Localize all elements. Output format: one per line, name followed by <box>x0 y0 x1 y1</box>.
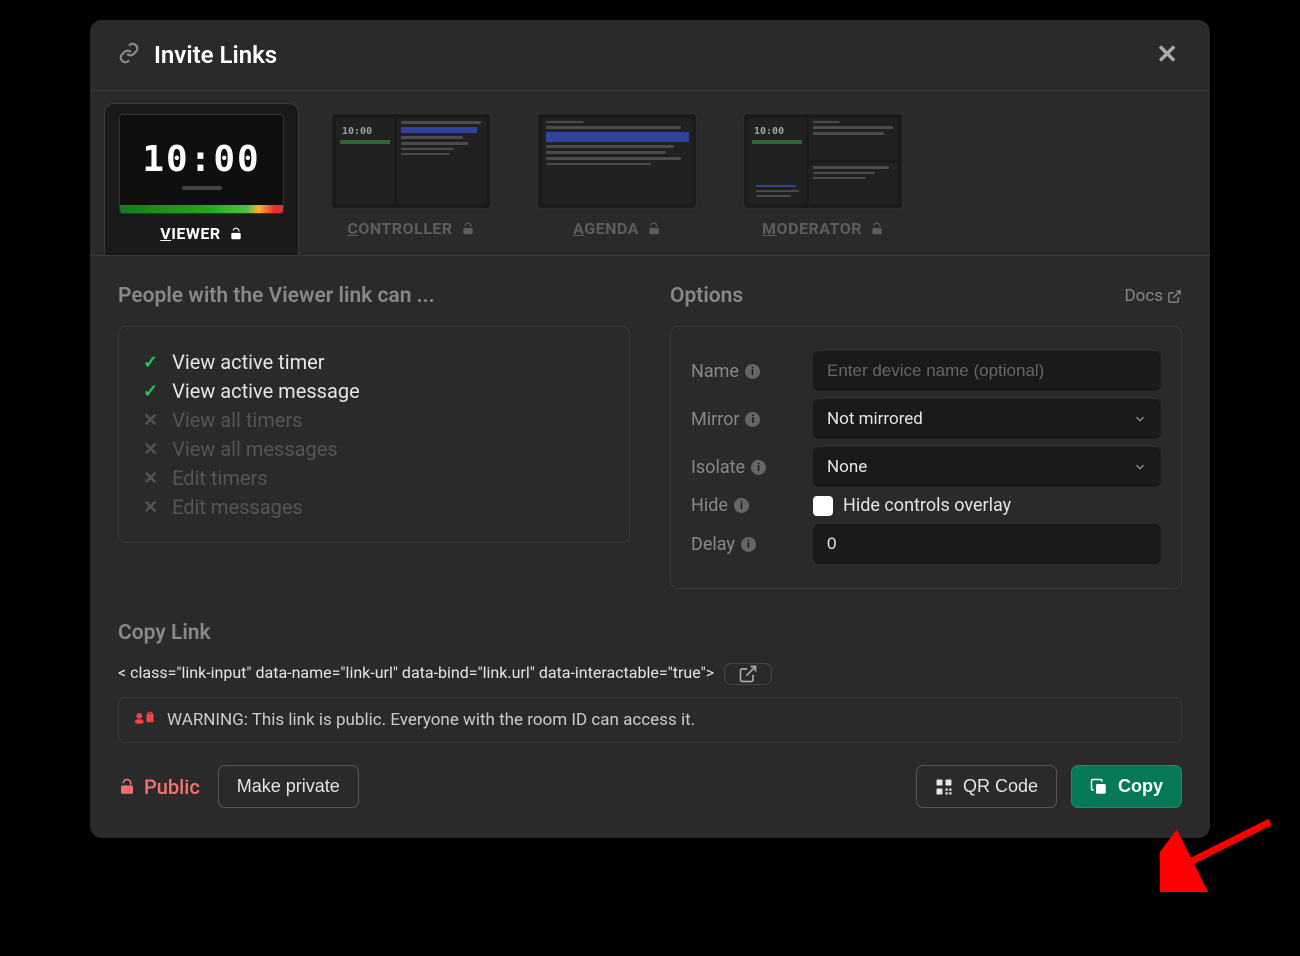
delay-label: Delayi <box>691 534 801 555</box>
copy-button[interactable]: Copy <box>1071 765 1182 808</box>
tab-controller[interactable]: 10:00 CONTROLLER <box>317 103 505 255</box>
info-icon[interactable]: i <box>741 537 756 552</box>
tab-agenda[interactable]: AGENDA <box>523 103 711 255</box>
isolate-select[interactable]: None <box>813 447 1161 487</box>
chevron-down-icon <box>1133 460 1147 474</box>
tab-agenda-label: AGENDA <box>573 219 661 238</box>
info-icon[interactable]: i <box>751 460 766 475</box>
permissions-list: ✓View active timer ✓View active message … <box>118 326 630 543</box>
permissions-section: People with the Viewer link can ... ✓Vie… <box>118 284 630 589</box>
x-icon: ✕ <box>143 497 158 518</box>
mirror-label: Mirrori <box>691 409 801 430</box>
tab-viewer-label: VIEWER <box>160 224 242 243</box>
perm-edit-timers: ✕Edit timers <box>143 466 605 490</box>
tab-controller-label: CONTROLLER <box>347 219 474 238</box>
options-heading: Options <box>670 284 743 308</box>
info-icon[interactable]: i <box>745 412 760 427</box>
hide-checkbox-label: Hide controls overlay <box>843 495 1011 516</box>
name-label: Namei <box>691 361 801 382</box>
copy-link-heading: Copy Link <box>118 621 1182 645</box>
qr-code-icon <box>935 778 953 796</box>
tabs: 10:00 VIEWER 10:00 <box>90 91 1210 256</box>
tab-moderator[interactable]: 10:00 <box>729 103 917 255</box>
hide-label: Hidei <box>691 495 801 516</box>
options-section: Options Docs Namei Mirrori Not mirrore <box>670 284 1182 589</box>
public-warning: WARNING: This link is public. Everyone w… <box>118 697 1182 743</box>
x-icon: ✕ <box>143 439 158 460</box>
warning-icon <box>135 710 155 730</box>
link-icon <box>118 42 140 68</box>
close-button[interactable]: ✕ <box>1152 40 1182 70</box>
tab-viewer-preview: 10:00 <box>119 114 284 214</box>
perm-view-active-message: ✓View active message <box>143 379 605 403</box>
modal-title: Invite Links <box>154 41 1152 69</box>
external-link-icon <box>1167 289 1182 304</box>
check-icon: ✓ <box>143 381 158 402</box>
docs-link[interactable]: Docs <box>1124 286 1182 306</box>
tab-moderator-label: MODERATOR <box>762 219 884 238</box>
tab-agenda-preview <box>537 113 697 209</box>
perm-view-all-timers: ✕View all timers <box>143 408 605 432</box>
hide-checkbox[interactable] <box>813 496 833 516</box>
open-link-button[interactable] <box>724 663 772 685</box>
make-private-button[interactable]: Make private <box>218 765 359 808</box>
check-icon: ✓ <box>143 352 158 373</box>
delay-input[interactable] <box>813 524 1161 564</box>
tab-controller-preview: 10:00 <box>331 113 491 209</box>
name-input[interactable] <box>813 351 1161 391</box>
external-link-icon <box>738 664 758 684</box>
x-icon: ✕ <box>143 468 158 489</box>
chevron-down-icon <box>1133 412 1147 426</box>
x-icon: ✕ <box>143 410 158 431</box>
isolate-label: Isolatei <box>691 457 801 478</box>
copy-link-section: Copy Link < class="link-input" data-name… <box>118 621 1182 808</box>
perm-view-all-messages: ✕View all messages <box>143 437 605 461</box>
copy-icon <box>1090 778 1108 796</box>
modal-header: Invite Links ✕ <box>90 20 1210 91</box>
qr-code-button[interactable]: QR Code <box>916 765 1057 808</box>
unlock-icon <box>870 222 884 236</box>
unlock-icon <box>229 227 243 241</box>
preview-time: 10:00 <box>142 139 260 180</box>
permissions-heading: People with the Viewer link can ... <box>118 284 630 308</box>
invite-links-modal: Invite Links ✕ 10:00 VIEWER 10:0 <box>90 20 1210 838</box>
tab-moderator-preview: 10:00 <box>743 113 903 209</box>
public-status: Public <box>118 775 200 799</box>
unlock-icon <box>461 222 475 236</box>
mirror-select[interactable]: Not mirrored <box>813 399 1161 439</box>
perm-edit-messages: ✕Edit messages <box>143 495 605 519</box>
info-icon[interactable]: i <box>734 498 749 513</box>
perm-view-active-timer: ✓View active timer <box>143 350 605 374</box>
unlock-icon <box>647 222 661 236</box>
unlock-icon <box>118 778 136 796</box>
info-icon[interactable]: i <box>745 364 760 379</box>
tab-viewer[interactable]: 10:00 VIEWER <box>104 103 299 255</box>
